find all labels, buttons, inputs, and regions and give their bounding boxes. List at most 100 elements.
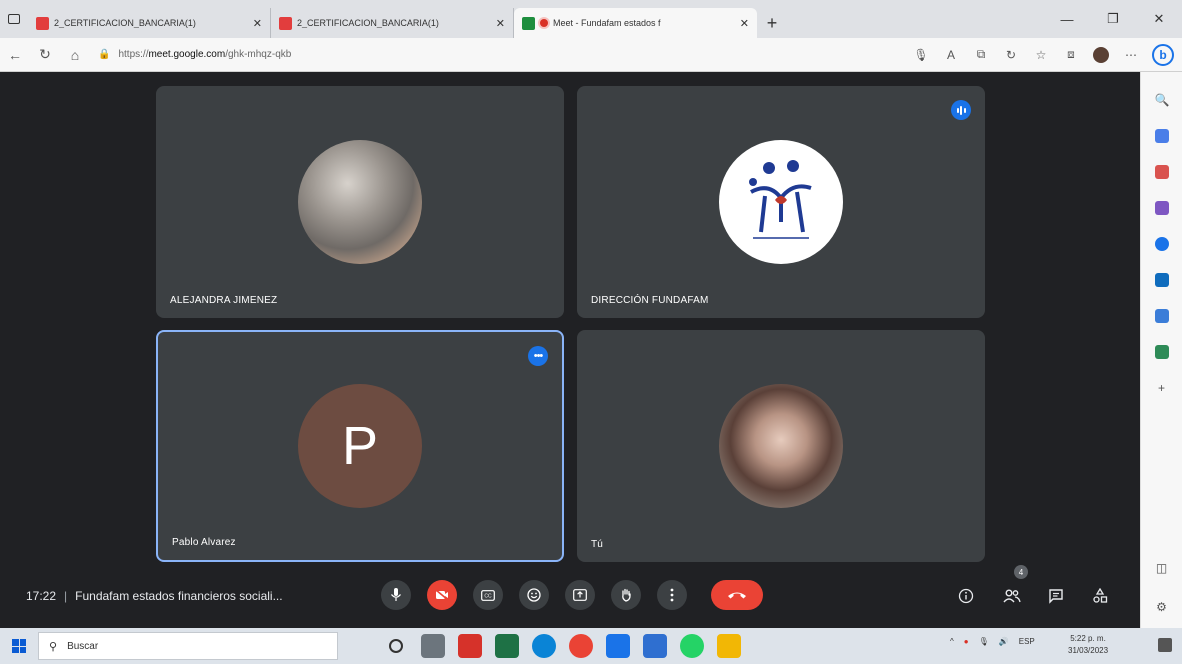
games-icon[interactable] xyxy=(1154,201,1169,215)
drop-icon[interactable] xyxy=(1154,309,1169,323)
edge-icon[interactable] xyxy=(532,634,556,658)
taskbar-search-box[interactable]: ⚲ Buscar xyxy=(38,632,338,660)
tools-icon[interactable] xyxy=(1154,165,1169,179)
meeting-time: 17:22 xyxy=(26,589,57,603)
tab-title: Meet - Fundafam estados f xyxy=(553,18,661,28)
tab-close-icon[interactable]: ✕ xyxy=(253,17,262,30)
tab-title: 2_CERTIFICACION_BANCARIA(1) xyxy=(54,18,196,28)
tab-actions-icon xyxy=(8,14,20,24)
maximize-button[interactable]: ❐ xyxy=(1090,0,1136,38)
browser-tab-2[interactable]: 2_CERTIFICACION_BANCARIA(1) ✕ xyxy=(271,8,514,38)
collections-icon[interactable]: ⧈ xyxy=(1056,47,1086,62)
more-menu-icon[interactable]: ⋯ xyxy=(1116,48,1146,62)
participant-tile[interactable]: Tú xyxy=(577,330,985,562)
settings-gear-icon[interactable]: ⚙ xyxy=(1155,600,1169,614)
close-window-button[interactable]: ✕ xyxy=(1136,0,1182,38)
meeting-details-button[interactable] xyxy=(956,586,976,606)
windows-logo-icon xyxy=(12,639,26,653)
clock-time: 5:22 p. m. xyxy=(1070,634,1106,643)
tab-actions-button[interactable] xyxy=(0,0,28,38)
pdf-icon xyxy=(36,16,49,30)
notifications-icon[interactable] xyxy=(1158,638,1172,652)
hangup-icon xyxy=(728,592,746,599)
browser-tab-3[interactable]: Meet - Fundafam estados f ✕ xyxy=(514,8,757,38)
refresh-icon[interactable]: ↻ xyxy=(30,46,60,63)
reactions-button[interactable] xyxy=(519,580,549,610)
home-icon[interactable]: ⌂ xyxy=(60,47,90,63)
meeting-title: Fundafam estados financieros sociali... xyxy=(75,589,283,603)
tab-title: 2_CERTIFICACION_BANCARIA(1) xyxy=(297,18,439,28)
participant-name: ALEJANDRA JIMENEZ xyxy=(170,295,278,306)
back-arrow-icon[interactable]: ← xyxy=(0,47,30,63)
app-available-icon[interactable]: ⧉ xyxy=(966,47,996,62)
language-indicator[interactable]: ESP xyxy=(1019,637,1035,646)
search-icon: ⚲ xyxy=(49,640,58,653)
microphone-icon xyxy=(390,588,402,601)
tab-close-icon[interactable]: ✕ xyxy=(496,17,505,30)
add-icon[interactable]: + xyxy=(1155,381,1169,395)
tray-app-icon[interactable]: ● xyxy=(964,637,969,646)
outlook-icon[interactable] xyxy=(1154,273,1169,287)
chat-button[interactable] xyxy=(1046,586,1066,606)
svg-text:CC: CC xyxy=(484,593,492,599)
emoji-icon xyxy=(527,588,541,602)
whatsapp-icon[interactable] xyxy=(680,634,704,658)
lock-icon: 🔒 xyxy=(98,49,111,60)
participant-tile[interactable]: DIRECCIÓN FUNDAFAM xyxy=(577,86,985,318)
participant-tile[interactable]: ALEJANDRA JIMENEZ xyxy=(156,86,564,318)
url-field[interactable]: 🔒 https:// meet.google.com /ghk-mhqz-qkb xyxy=(98,49,718,60)
pdf-icon xyxy=(279,16,292,30)
more-options-button[interactable] xyxy=(657,580,687,610)
tab-close-icon[interactable]: ✕ xyxy=(740,17,749,30)
participant-letter-avatar: P xyxy=(298,384,422,508)
captions-button[interactable]: CC xyxy=(473,580,503,610)
favorites-star-icon[interactable]: ☆ xyxy=(1026,48,1056,62)
edge-sidebar: 🔍 + ◫ ⚙ xyxy=(1140,72,1182,628)
tree-icon[interactable] xyxy=(1154,345,1169,359)
meeting-info: 17:22 | Fundafam estados financieros socia… xyxy=(26,589,283,603)
url-host: meet.google.com xyxy=(148,49,226,60)
cortana-icon[interactable] xyxy=(389,639,403,653)
microsoft-365-icon[interactable] xyxy=(1154,237,1169,251)
microphone-permission-icon[interactable]: 🎙 xyxy=(906,48,936,62)
camera-toggle-button[interactable] xyxy=(427,580,457,610)
present-icon xyxy=(573,589,587,601)
chrome-icon[interactable] xyxy=(569,634,593,658)
refresh-page-icon[interactable]: ↻ xyxy=(996,48,1026,62)
recording-indicator-icon xyxy=(540,19,548,27)
volume-icon[interactable]: 🔊 xyxy=(999,637,1009,646)
excel-icon[interactable] xyxy=(495,634,519,658)
shopping-tag-icon[interactable] xyxy=(1154,129,1169,143)
meeting-separator: | xyxy=(64,589,68,603)
raise-hand-button[interactable] xyxy=(611,580,641,610)
activities-icon xyxy=(1093,588,1108,603)
browser-tab-strip: 2_CERTIFICACION_BANCARIA(1) ✕ 2_CERTIFIC… xyxy=(0,0,1182,38)
new-tab-button[interactable]: + xyxy=(757,8,787,38)
read-aloud-icon[interactable]: A xyxy=(936,48,966,62)
fundafam-logo-icon xyxy=(749,160,812,239)
present-screen-button[interactable] xyxy=(565,580,595,610)
people-button[interactable] xyxy=(1002,586,1022,606)
bing-copilot-icon[interactable]: b xyxy=(1152,43,1174,66)
photos-icon[interactable] xyxy=(643,634,667,658)
profile-avatar[interactable] xyxy=(1093,46,1109,63)
file-explorer-icon[interactable] xyxy=(717,634,741,658)
camera-off-icon xyxy=(435,589,449,601)
sidebar-layout-icon[interactable]: ◫ xyxy=(1155,561,1169,575)
acrobat-icon[interactable] xyxy=(458,634,482,658)
search-icon[interactable]: 🔍 xyxy=(1155,93,1170,107)
outlook-icon[interactable] xyxy=(606,634,630,658)
minimize-button[interactable]: — xyxy=(1044,0,1090,38)
tray-microphone-icon[interactable]: 🎙 xyxy=(979,637,989,646)
microphone-button[interactable] xyxy=(381,580,411,610)
leave-call-button[interactable] xyxy=(711,580,763,610)
task-view-icon[interactable] xyxy=(421,634,445,658)
more-options-icon[interactable]: ••• xyxy=(528,346,548,366)
browser-tab-1[interactable]: 2_CERTIFICACION_BANCARIA(1) ✕ xyxy=(28,8,271,38)
activities-button[interactable] xyxy=(1090,586,1110,606)
start-button[interactable] xyxy=(0,639,38,653)
participant-tile[interactable]: ••• P Pablo Alvarez xyxy=(156,330,564,562)
participant-photo-avatar xyxy=(298,140,422,264)
taskbar-clock[interactable]: 5:22 p. m. 31/03/2023 xyxy=(1068,633,1108,657)
tray-chevron-icon[interactable]: ^ xyxy=(950,637,954,646)
